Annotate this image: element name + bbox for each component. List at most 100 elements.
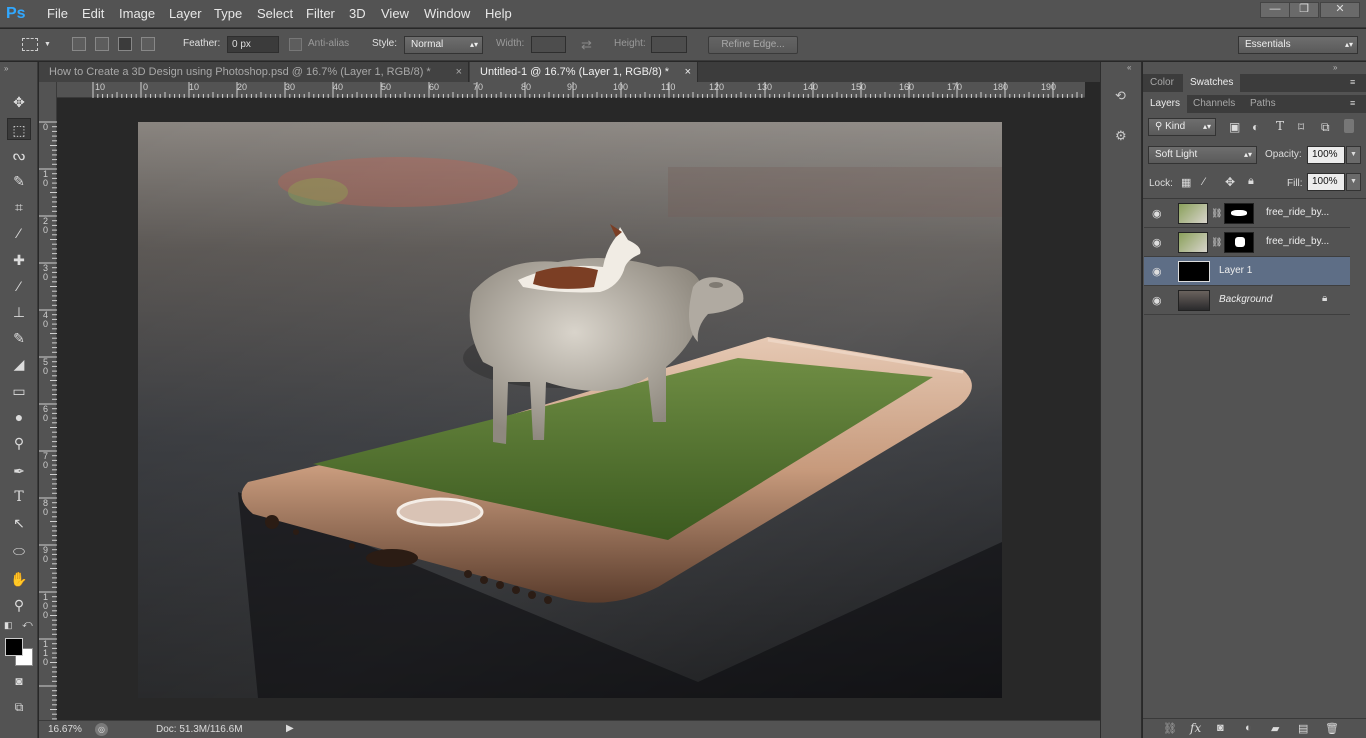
minimize-button[interactable]: — <box>1260 2 1290 18</box>
expand-panels-icon[interactable]: « <box>1127 63 1131 72</box>
menu-layer[interactable]: Layer <box>169 0 202 28</box>
layer-row[interactable]: ◉ ⛓ free_ride_by... <box>1144 228 1350 257</box>
lasso-tool-icon[interactable]: ᔓ <box>7 144 31 166</box>
filter-toggle-icon[interactable] <box>1344 119 1354 133</box>
type-filter-icon[interactable]: T <box>1276 119 1284 133</box>
pen-tool-icon[interactable]: ✒ <box>7 460 31 482</box>
brush-tool-icon[interactable]: ⁄ <box>7 275 31 297</box>
panel-menu-icon[interactable]: ≡ <box>1350 77 1355 87</box>
tab-color[interactable]: Color <box>1143 74 1181 92</box>
history-brush-tool-icon[interactable]: ✎ <box>7 327 31 349</box>
clone-stamp-tool-icon[interactable]: ⊥ <box>7 301 31 323</box>
link-layers-icon[interactable]: ⛓ <box>1163 722 1177 735</box>
link-icon[interactable]: ⛓ <box>1211 208 1222 219</box>
trash-icon[interactable]: 🗑︎ <box>1325 722 1339 735</box>
default-colors-icon[interactable]: ◧ <box>4 620 13 631</box>
menu-window[interactable]: Window <box>424 0 470 28</box>
lock-transparent-icon[interactable]: ▦ <box>1181 176 1191 189</box>
lock-position-icon[interactable]: ✥ <box>1225 175 1235 189</box>
eye-icon[interactable]: ◉ <box>1152 236 1162 249</box>
menu-help[interactable]: Help <box>485 0 512 28</box>
marquee-tool-icon[interactable]: ⬚ <box>7 118 31 140</box>
status-info-icon[interactable]: ◎ <box>95 723 108 736</box>
lock-paint-icon[interactable]: ⁄ <box>1203 176 1205 188</box>
type-tool-icon[interactable]: T <box>7 486 31 508</box>
intersect-selection-icon[interactable] <box>141 37 155 51</box>
ellipse-tool-icon[interactable]: ⬭ <box>7 540 31 562</box>
layer-name[interactable]: Layer 1 <box>1219 265 1252 276</box>
eyedropper-tool-icon[interactable]: ⁄ <box>7 222 31 244</box>
new-selection-icon[interactable] <box>72 37 86 51</box>
smart-object-filter-icon[interactable]: ⧉ <box>1321 120 1330 135</box>
swap-icon[interactable]: ⇄ <box>581 37 592 53</box>
menu-select[interactable]: Select <box>257 0 293 28</box>
chevron-down-icon[interactable]: ▼ <box>44 41 51 48</box>
tab-layers[interactable]: Layers <box>1143 95 1188 113</box>
menu-image[interactable]: Image <box>119 0 155 28</box>
collapse-icon[interactable]: » <box>4 64 8 73</box>
new-layer-icon[interactable]: ▤ <box>1298 722 1308 735</box>
chevron-down-icon[interactable]: ▼ <box>1346 173 1361 191</box>
healing-brush-tool-icon[interactable]: ✚ <box>7 249 31 271</box>
add-selection-icon[interactable] <box>95 37 109 51</box>
history-panel-icon[interactable]: ⟲ <box>1115 88 1131 106</box>
document-image[interactable] <box>138 122 1002 698</box>
style-select[interactable]: Normal ▴▾ <box>404 36 483 54</box>
foreground-color-swatch[interactable] <box>5 638 23 656</box>
opacity-input[interactable]: 100% <box>1307 146 1345 164</box>
zoom-tool-icon[interactable]: ⚲ <box>7 594 31 616</box>
blend-mode-select[interactable]: Soft Light ▴▾ <box>1148 146 1257 164</box>
status-menu-arrow-icon[interactable]: ▶ <box>286 723 294 734</box>
properties-panel-icon[interactable]: ⚙ <box>1115 128 1131 146</box>
eraser-tool-icon[interactable]: ◢ <box>7 353 31 375</box>
layer-name[interactable]: free_ride_by... <box>1266 236 1329 247</box>
shape-filter-icon[interactable]: ⌑ <box>1298 120 1304 134</box>
collapse-panel-icon[interactable]: » <box>1333 63 1337 72</box>
dodge-tool-icon[interactable]: ⚲ <box>7 432 31 454</box>
menu-edit[interactable]: Edit <box>82 0 104 28</box>
close-icon[interactable]: × <box>456 62 462 82</box>
quick-selection-tool-icon[interactable]: ✎ <box>7 170 31 192</box>
feather-input[interactable]: 0 px <box>227 36 279 53</box>
new-group-icon[interactable]: ▰ <box>1271 722 1279 735</box>
gradient-tool-icon[interactable]: ▭ <box>7 380 31 402</box>
zoom-level[interactable]: 16.67% <box>48 724 82 735</box>
marquee-preset-icon[interactable] <box>22 38 38 51</box>
menu-view[interactable]: View <box>381 0 409 28</box>
layer-row-selected[interactable]: ◉ Layer 1 <box>1144 257 1350 286</box>
path-selection-tool-icon[interactable]: ↖ <box>7 512 31 534</box>
add-mask-icon[interactable]: ◙ <box>1217 722 1224 734</box>
panel-menu-icon[interactable]: ≡ <box>1350 98 1355 108</box>
layer-row[interactable]: ◉ ⛓ free_ride_by... <box>1144 199 1350 228</box>
adjustment-layer-icon[interactable]: ◐ <box>1245 722 1252 734</box>
anti-alias-checkbox[interactable] <box>289 38 302 51</box>
layer-filter-select[interactable]: ⚲ Kind ▴▾ <box>1148 118 1216 136</box>
move-tool-icon[interactable]: ✥ <box>7 91 31 113</box>
chevron-down-icon[interactable]: ▼ <box>1346 146 1361 164</box>
subtract-selection-icon[interactable] <box>118 37 132 51</box>
swap-colors-icon[interactable]: ⤺ <box>22 619 33 630</box>
layer-mask-thumbnail[interactable] <box>1224 232 1254 253</box>
layer-name[interactable]: free_ride_by... <box>1266 207 1329 218</box>
tab-untitled-1[interactable]: Untitled-1 @ 16.7% (Layer 1, RGB/8) * × <box>470 62 698 82</box>
blur-tool-icon[interactable]: ● <box>7 406 31 428</box>
lock-all-icon[interactable]: 🔒︎ <box>1248 175 1254 188</box>
close-window-button[interactable]: ✕ <box>1320 2 1360 18</box>
refine-edge-button[interactable]: Refine Edge... <box>708 36 798 54</box>
layer-mask-thumbnail[interactable] <box>1224 203 1254 224</box>
pixel-filter-icon[interactable]: ▣ <box>1229 120 1240 134</box>
layer-row[interactable]: ◉ Background 🔒︎ <box>1144 286 1350 315</box>
height-input[interactable] <box>651 36 687 53</box>
tab-paths[interactable]: Paths <box>1243 95 1283 113</box>
close-icon[interactable]: × <box>685 62 691 82</box>
eye-icon[interactable]: ◉ <box>1152 294 1162 307</box>
menu-file[interactable]: File <box>47 0 68 28</box>
tab-3d-design-psd[interactable]: How to Create a 3D Design using Photosho… <box>39 62 469 82</box>
menu-3d[interactable]: 3D <box>349 0 366 28</box>
hand-tool-icon[interactable]: ✋ <box>7 568 31 590</box>
link-icon[interactable]: ⛓ <box>1211 237 1222 248</box>
eye-icon[interactable]: ◉ <box>1152 265 1162 278</box>
eye-icon[interactable]: ◉ <box>1152 207 1162 220</box>
quick-mask-icon[interactable]: ◙ <box>7 670 31 692</box>
tab-swatches[interactable]: Swatches <box>1183 74 1241 92</box>
